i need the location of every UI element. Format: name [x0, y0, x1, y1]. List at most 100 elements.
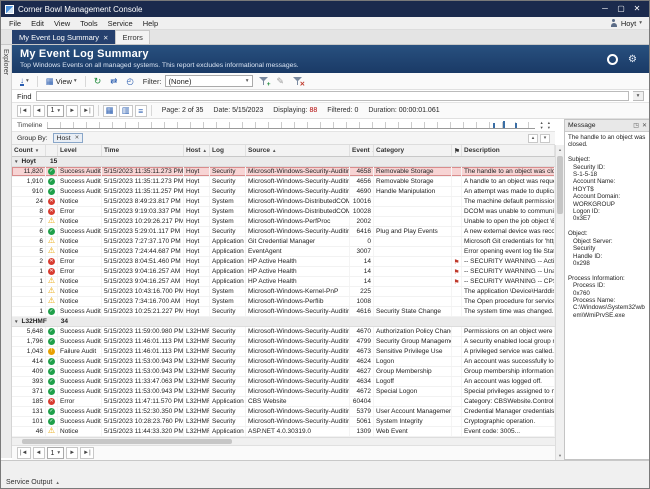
- scrollbar-thumb[interactable]: [22, 439, 232, 444]
- column-header-description[interactable]: Description: [462, 145, 555, 156]
- sync-button[interactable]: ⇄: [107, 75, 120, 88]
- table-row[interactable]: 393✓Success Audit5/15/2023 11:33:47.063 …: [12, 377, 555, 387]
- timeline-toggle-button[interactable]: ≡: [135, 105, 147, 117]
- table-row[interactable]: 1⚠Notice5/15/2023 7:34:16.700 AMHoytSyst…: [12, 297, 555, 307]
- table-row[interactable]: 185✕Error5/15/2023 11:47:11.570 PML32HMF…: [12, 397, 555, 407]
- export-button[interactable]: ↓ ▾: [17, 75, 32, 88]
- column-header-source[interactable]: Source▲: [246, 145, 350, 156]
- prev-page-button[interactable]: ◄: [33, 447, 45, 459]
- chevron-up-icon[interactable]: ▴: [548, 121, 550, 125]
- scrollbar-thumb[interactable]: [557, 156, 563, 214]
- table-row[interactable]: 1✕Error5/15/2023 9:04:16.257 AMHoytAppli…: [12, 267, 555, 277]
- columns-button[interactable]: ▥: [119, 105, 133, 117]
- first-page-button[interactable]: |◄: [17, 447, 31, 459]
- tab-errors[interactable]: Errors: [115, 30, 149, 44]
- table-row[interactable]: 5⚠Notice5/15/2023 7:24:44.687 PMHoytAppl…: [12, 247, 555, 257]
- table-row[interactable]: 409✓Success Audit5/15/2023 11:53:00.943 …: [12, 367, 555, 377]
- timeline-band[interactable]: [47, 122, 535, 129]
- cell-host: L32HMF: [184, 357, 210, 366]
- find-dropdown-button[interactable]: ▾: [633, 91, 644, 101]
- table-row[interactable]: 46⚠Notice5/15/2023 11:44:33.320 PML32HMF…: [12, 427, 555, 437]
- group-header-hoyt[interactable]: ▾Hoyt15: [12, 157, 555, 167]
- user-menu[interactable]: Hoyt ▾: [606, 19, 646, 28]
- chevron-down-icon[interactable]: ▾: [548, 126, 550, 130]
- table-row[interactable]: 910✓Success Audit5/15/2023 11:35:11.257 …: [12, 187, 555, 197]
- minimize-button[interactable]: ─: [597, 1, 613, 17]
- table-row[interactable]: 1,910✓Success Audit5/15/2023 11:35:11.27…: [12, 177, 555, 187]
- menu-file[interactable]: File: [4, 17, 26, 30]
- menu-view[interactable]: View: [49, 17, 75, 30]
- horizontal-scrollbar[interactable]: [12, 437, 555, 445]
- menu-service[interactable]: Service: [103, 17, 138, 30]
- calendar-button[interactable]: ▦: [103, 105, 117, 117]
- table-row[interactable]: 101✓Success Audit5/15/2023 10:28:23.760 …: [12, 417, 555, 427]
- column-header--[interactable]: ⚑: [452, 145, 462, 156]
- close-icon[interactable]: ✕: [642, 122, 647, 129]
- next-page-button[interactable]: ►: [66, 447, 78, 459]
- table-row[interactable]: 371✓Success Audit5/15/2023 11:53:00.943 …: [12, 387, 555, 397]
- menu-edit[interactable]: Edit: [26, 17, 49, 30]
- scroll-down-icon[interactable]: ▾: [556, 451, 564, 460]
- column-header-time[interactable]: Time: [102, 145, 184, 156]
- menu-help[interactable]: Help: [138, 17, 163, 30]
- filter-select[interactable]: (None) ▾: [165, 75, 253, 87]
- scroll-up-icon[interactable]: ▴: [556, 145, 564, 154]
- tab-my-event-log-summary[interactable]: My Event Log Summary✕: [12, 30, 115, 44]
- table-row[interactable]: 131✓Success Audit5/15/2023 11:52:30.350 …: [12, 407, 555, 417]
- expand-all-button[interactable]: ▾: [540, 134, 550, 143]
- close-icon[interactable]: ✕: [103, 34, 108, 42]
- next-page-button[interactable]: ►: [66, 105, 78, 117]
- chevron-down-icon[interactable]: ▾: [540, 126, 542, 130]
- view-button[interactable]: ▦ View ▾: [43, 75, 80, 88]
- table-row[interactable]: 2✕Error5/15/2023 8:04:51.460 PMHoytAppli…: [12, 257, 555, 267]
- schedule-button[interactable]: ◴: [123, 75, 136, 88]
- table-row[interactable]: 1⚠Notice5/15/2023 10:43:16.700 PMHoytSys…: [12, 287, 555, 297]
- timeline-scale-spinner[interactable]: ▴ ▾: [548, 121, 550, 130]
- last-page-button[interactable]: ►|: [80, 447, 94, 459]
- group-chip-host[interactable]: Host ✕: [53, 133, 84, 143]
- table-row[interactable]: 8✕Error5/15/2023 9:19:03.337 PMHoytSyste…: [12, 207, 555, 217]
- column-header-event[interactable]: Event▲: [350, 145, 374, 156]
- table-row[interactable]: 1,796✓Success Audit5/15/2023 11:46:01.11…: [12, 337, 555, 347]
- page-select[interactable]: 1 ▾: [47, 105, 65, 117]
- table-row[interactable]: 24✕Notice5/15/2023 8:49:23.817 PMHoytSys…: [12, 197, 555, 207]
- table-row[interactable]: 6⚠Notice5/15/2023 7:27:37.170 PMHoytAppl…: [12, 237, 555, 247]
- chevron-up-icon[interactable]: ▴: [540, 121, 542, 125]
- explorer-side-tab[interactable]: Explorer: [1, 45, 12, 458]
- menu-tools[interactable]: Tools: [75, 17, 103, 30]
- table-row[interactable]: 1⚠Notice5/15/2023 9:04:16.257 AMHoytAppl…: [12, 277, 555, 287]
- table-row[interactable]: 5,648✓Success Audit5/15/2023 11:59:00.98…: [12, 327, 555, 337]
- column-header-log[interactable]: Log: [210, 145, 246, 156]
- table-row[interactable]: 7⚠Notice5/15/2023 10:29:26.217 PMHoytSys…: [12, 217, 555, 227]
- table-row[interactable]: 1✓Success Audit5/15/2023 10:25:21.227 PM…: [12, 307, 555, 317]
- page-select[interactable]: 1 ▾: [47, 447, 65, 459]
- cell-log: Security: [210, 417, 246, 426]
- table-row[interactable]: 1,043!Failure Audit5/15/2023 11:46:01.11…: [12, 347, 555, 357]
- last-page-button[interactable]: ►|: [80, 105, 94, 117]
- edit-filter-button[interactable]: ✎: [274, 75, 288, 88]
- collapse-all-button[interactable]: ▴: [528, 134, 538, 143]
- table-row[interactable]: 414✓Success Audit5/15/2023 11:53:00.943 …: [12, 357, 555, 367]
- vertical-scrollbar[interactable]: ▴ ▾: [555, 145, 564, 460]
- column-header-host[interactable]: Host▲: [184, 145, 210, 156]
- column-header-level[interactable]: Level: [58, 145, 102, 156]
- service-output-toggle[interactable]: Service Output ▴: [6, 479, 59, 486]
- float-window-icon[interactable]: ◳: [633, 122, 639, 129]
- maximize-button[interactable]: ▢: [613, 1, 629, 17]
- gear-icon[interactable]: ⚙: [628, 54, 637, 65]
- close-icon[interactable]: ✕: [75, 135, 80, 141]
- column-header-icon[interactable]: [46, 145, 58, 156]
- group-header-l32hmf[interactable]: ▾L32HMF34: [12, 317, 555, 327]
- clear-filter-button[interactable]: ✕: [290, 75, 305, 88]
- column-header-category[interactable]: Category: [374, 145, 452, 156]
- timeline-zoom-spinner[interactable]: ▴ ▾: [540, 121, 542, 130]
- column-header-count[interactable]: Count▼: [12, 145, 46, 156]
- table-row[interactable]: 11,820✓Success Audit5/15/2023 11:35:11.2…: [12, 167, 555, 177]
- refresh-button[interactable]: ↻: [91, 75, 105, 88]
- table-row[interactable]: 6✓Success Audit5/15/2023 5:29:01.117 PMH…: [12, 227, 555, 237]
- add-filter-button[interactable]: +: [256, 75, 271, 88]
- first-page-button[interactable]: |◄: [17, 105, 31, 117]
- prev-page-button[interactable]: ◄: [33, 105, 45, 117]
- close-button[interactable]: ✕: [629, 1, 645, 17]
- find-input[interactable]: [36, 91, 629, 101]
